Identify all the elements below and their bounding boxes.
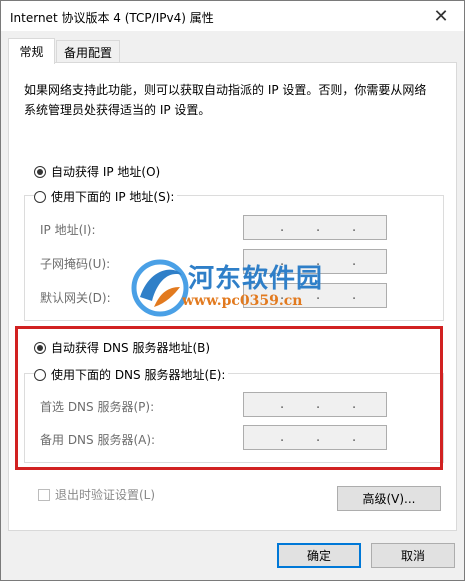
title-bar[interactable]: Internet 协议版本 4 (TCP/IPv4) 属性 ✕ [1,1,464,31]
ok-button[interactable]: 确定 [277,543,361,568]
description-text: 如果网络支持此功能，则可以获取自动指派的 IP 设置。否则，你需要从网络系统管理… [24,83,427,117]
radio-manual-ip[interactable]: 使用下面的 IP 地址(S): [34,188,178,205]
subnet-mask-input[interactable]: ... [243,249,387,274]
radio-indicator [34,165,46,178]
default-gateway-label: 默认网关(D): [40,291,111,305]
radio-auto-ip[interactable]: 自动获得 IP 地址(O) [34,163,164,180]
tab-alternate-config[interactable]: 备用配置 [56,40,120,63]
advanced-button[interactable]: 高级(V)... [337,486,441,511]
radio-indicator [34,190,46,203]
radio-manual-ip-label: 使用下面的 IP 地址(S): [51,190,175,204]
default-gateway-input[interactable]: ... [243,283,387,308]
ip-address-label: IP 地址(I): [40,223,96,237]
cancel-button[interactable]: 取消 [371,543,455,568]
window-title: Internet 协议版本 4 (TCP/IPv4) 属性 [10,11,214,25]
radio-auto-ip-label: 自动获得 IP 地址(O) [51,165,161,179]
tab-general[interactable]: 常规 [8,38,55,64]
validate-on-exit-label: 退出时验证设置(L) [55,488,156,502]
subnet-mask-label: 子网掩码(U): [40,257,111,271]
checkbox-indicator [38,488,50,501]
close-icon[interactable]: ✕ [418,1,464,31]
dns-highlight-box [15,326,443,470]
ip-address-input[interactable]: ... [243,215,387,240]
validate-on-exit-checkbox[interactable]: 退出时验证设置(L) [38,486,155,503]
